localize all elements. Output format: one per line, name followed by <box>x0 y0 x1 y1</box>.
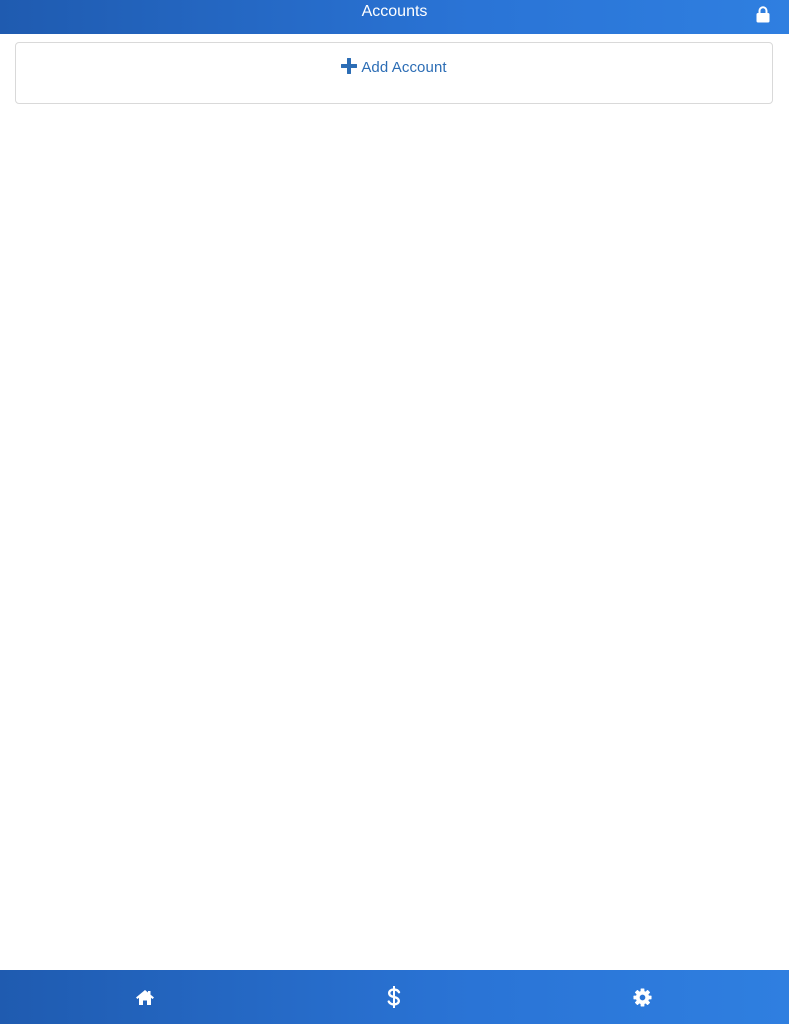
add-account-content: Add Account <box>341 57 447 76</box>
page-title: Accounts <box>361 3 428 20</box>
add-account-label: Add Account <box>361 59 447 76</box>
add-account-button[interactable]: Add Account <box>15 42 773 104</box>
app-window: Accounts Add Account <box>0 0 789 1024</box>
accounts-list: Add Account <box>0 34 789 970</box>
top-navigation-bar: Accounts <box>0 0 789 34</box>
bottom-tab-bar <box>0 970 789 1024</box>
gear-icon <box>632 987 652 1007</box>
lock-icon <box>756 5 770 22</box>
dollar-icon <box>387 986 401 1008</box>
tab-settings[interactable] <box>602 970 682 1024</box>
home-icon <box>136 989 154 1005</box>
tab-home[interactable] <box>105 970 185 1024</box>
lock-button[interactable] <box>754 4 772 24</box>
plus-icon <box>341 57 358 74</box>
tab-transactions[interactable] <box>354 970 434 1024</box>
